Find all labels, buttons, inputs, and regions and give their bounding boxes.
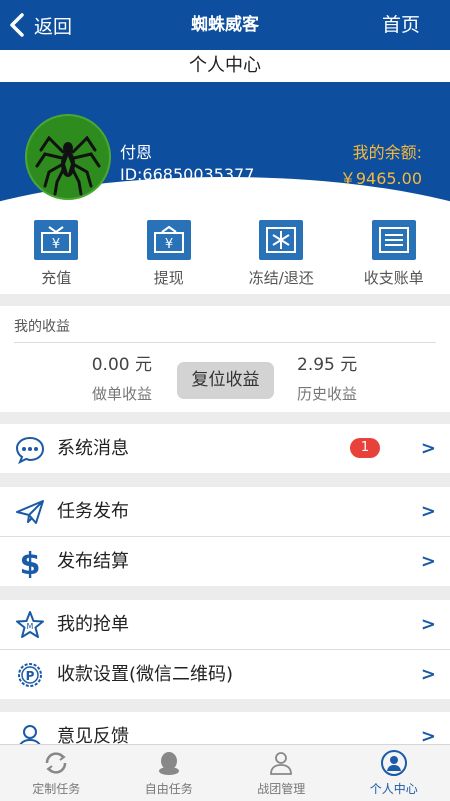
balance-value: ￥9465.00 — [340, 165, 422, 189]
home-button[interactable]: 首页 — [382, 0, 420, 50]
svg-text:¥: ¥ — [165, 237, 173, 252]
svg-text:¥: ¥ — [52, 237, 60, 252]
bottom-tab-bar: 定制任务 自由任务 战团管理 个人中心 — [0, 744, 450, 801]
user-id: ID:66850035377 — [120, 165, 254, 184]
page-title: 个人中心 — [0, 50, 450, 82]
menu-item-messages[interactable]: 系统消息 1 > — [0, 424, 450, 473]
header-bar: 返回 蜘蛛威客 首页 — [0, 0, 450, 50]
quick-actions: ¥ 充值 ¥ 提现 冻结/退还 收支账单 — [0, 212, 450, 294]
menu-item-settle[interactable]: $ 发布结算 > — [0, 537, 450, 586]
withdraw-button[interactable]: ¥ 提现 — [113, 212, 226, 294]
chevron-right-icon: > — [421, 600, 436, 649]
menu-label-settle: 发布结算 — [57, 537, 129, 586]
tab-free-tasks[interactable]: 自由任务 — [113, 745, 226, 801]
team-icon — [267, 750, 295, 776]
paper-plane-icon — [14, 496, 46, 528]
user-name: 付恩 — [120, 139, 152, 163]
history-earnings-label: 历史收益 — [297, 383, 357, 404]
bill-button[interactable]: 收支账单 — [338, 212, 450, 294]
recharge-icon: ¥ — [34, 220, 78, 260]
balance-label: 我的余额: — [353, 139, 422, 163]
svg-text:P: P — [26, 669, 35, 683]
recharge-button[interactable]: ¥ 充值 — [0, 212, 113, 294]
chat-bubble-icon — [14, 433, 46, 465]
chevron-right-icon: > — [421, 487, 436, 536]
chevron-right-icon: > — [421, 537, 436, 586]
freeze-button[interactable]: 冻结/退还 — [225, 212, 338, 294]
earnings-heading: 我的收益 — [14, 316, 70, 336]
tab-label: 个人中心 — [338, 780, 450, 797]
menu-item-payment[interactable]: P 收款设置(微信二维码) > — [0, 650, 450, 699]
tab-custom-tasks[interactable]: 定制任务 — [0, 745, 113, 801]
profile-banner: 付恩 ID:66850035377 我的余额: ￥9465.00 — [0, 82, 450, 212]
bill-label: 收支账单 — [338, 267, 450, 288]
menu-group-orders: M 我的抢单 > P 收款设置(微信二维码) > — [0, 600, 450, 699]
freeze-icon — [259, 220, 303, 260]
menu-group-tasks: 任务发布 > $ 发布结算 > — [0, 487, 450, 586]
withdraw-label: 提现 — [113, 267, 226, 288]
menu-label-grab: 我的抢单 — [57, 600, 129, 649]
menu-label-payment: 收款设置(微信二维码) — [57, 650, 233, 699]
chevron-right-icon: > — [421, 424, 436, 473]
bill-icon — [372, 220, 416, 260]
order-earnings-label: 做单收益 — [92, 383, 152, 404]
divider — [14, 342, 436, 343]
tab-personal-center[interactable]: 个人中心 — [338, 745, 450, 801]
avatar[interactable] — [25, 114, 111, 200]
p-gear-icon: P — [14, 659, 46, 691]
history-earnings-value: 2.95 元 — [297, 350, 357, 375]
svg-text:$: $ — [20, 547, 41, 578]
recharge-label: 充值 — [0, 267, 113, 288]
star-badge-icon: M — [14, 609, 46, 641]
tab-label: 自由任务 — [113, 780, 226, 797]
freeze-label: 冻结/退还 — [225, 267, 338, 288]
svg-text:M: M — [27, 622, 34, 631]
reset-earnings-button[interactable]: 复位收益 — [177, 362, 274, 399]
withdraw-icon: ¥ — [147, 220, 191, 260]
menu-label-publish: 任务发布 — [57, 487, 129, 536]
menu-label-messages: 系统消息 — [57, 424, 129, 473]
order-earnings-value: 0.00 元 — [92, 350, 152, 375]
spider-icon — [27, 116, 109, 198]
dollar-icon: $ — [14, 546, 46, 578]
earnings-panel: 我的收益 0.00 元 做单收益 复位收益 2.95 元 历史收益 — [0, 306, 450, 412]
tab-team-manage[interactable]: 战团管理 — [225, 745, 338, 801]
menu-item-publish[interactable]: 任务发布 > — [0, 487, 450, 537]
menu-item-grab[interactable]: M 我的抢单 > — [0, 600, 450, 650]
tab-label: 战团管理 — [225, 780, 338, 797]
menu-group-messages: 系统消息 1 > — [0, 424, 450, 473]
tab-label: 定制任务 — [0, 780, 113, 797]
chevron-right-icon: > — [421, 650, 436, 699]
refresh-icon — [42, 750, 70, 776]
penguin-icon — [155, 750, 183, 776]
person-icon — [380, 750, 408, 776]
unread-badge: 1 — [350, 438, 380, 458]
